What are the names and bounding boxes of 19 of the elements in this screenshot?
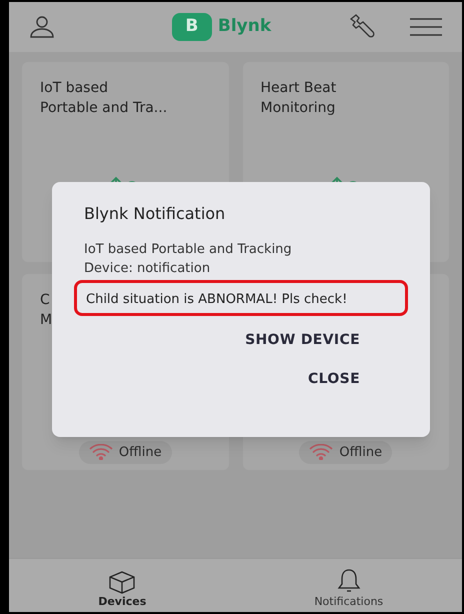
dialog-action[interactable]: CLOSE [308, 369, 360, 390]
dialog-action[interactable]: SHOW DEVICE [245, 330, 360, 351]
device-title: Heart Beat Monitoring [260, 79, 336, 118]
nav-tab[interactable]: Devices [9, 559, 236, 612]
bell-icon [336, 568, 361, 594]
alert-message: Child situation is ABNORMAL! Pls check! [86, 292, 348, 307]
menu-icon[interactable] [410, 17, 442, 37]
cube-icon [108, 570, 136, 594]
device-title: C M [40, 291, 52, 330]
status-text: Offline [118, 444, 162, 462]
logo-badge: B [172, 13, 212, 41]
wifi-off-icon [309, 444, 334, 460]
brand-name: Blynk [218, 15, 272, 38]
wifi-off-icon [88, 444, 113, 460]
user-icon[interactable] [29, 16, 55, 38]
device-title: IoT based Portable and Tra... [40, 79, 168, 118]
nav-tab[interactable]: Notifications [236, 559, 462, 612]
status-text: Offline [339, 444, 382, 462]
dialog-title: Blynk Notification [83, 203, 226, 225]
